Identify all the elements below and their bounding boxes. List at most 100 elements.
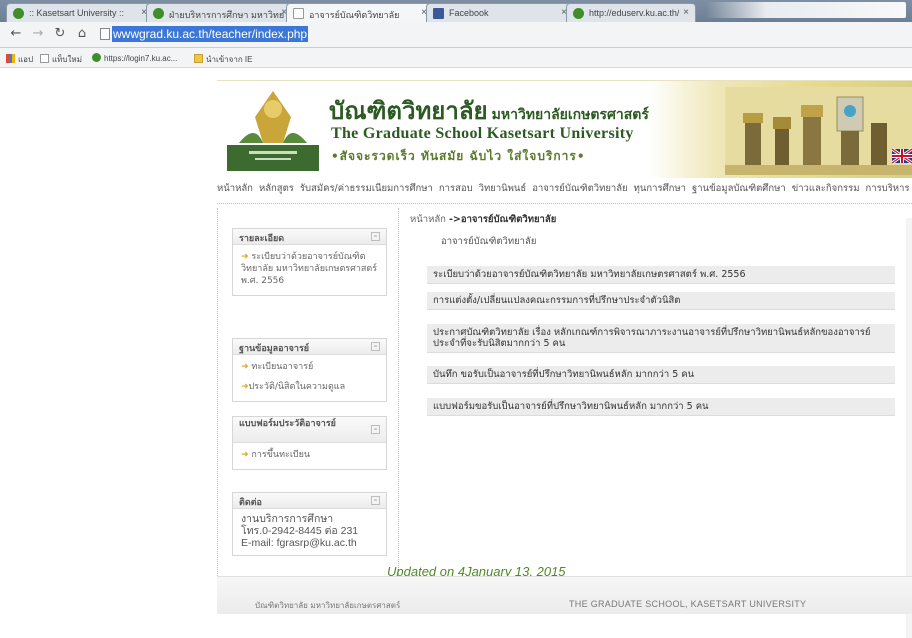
tab-title: Facebook <box>449 8 489 18</box>
english-title: The Graduate School Kasetsart University <box>331 125 634 142</box>
sidebar-link-regulations[interactable]: ➜ ระเบียบว่าด้วยอาจารย์บัณฑิตวิทยาลัย มห… <box>241 251 378 287</box>
box-title-text: แบบฟอร์มประวัติอาจารย์ <box>239 419 336 429</box>
box-title-text: ติดต่อ <box>239 498 262 508</box>
arrow-icon: ➜ <box>241 252 249 262</box>
nav-home[interactable]: หน้าหลัก <box>217 183 253 194</box>
browser-tab-2[interactable]: ฝ่ายบริหารการศึกษา มหาวิทย × <box>146 3 294 22</box>
nav-thesis[interactable]: วิทยานิพนธ์ <box>479 183 527 194</box>
sidebar: รายละเอียด – ➜ ระเบียบว่าด้วยอาจารย์บัณฑ… <box>217 208 399 578</box>
browser-tab-5[interactable]: http://eduserv.ku.ac.th/ × <box>566 3 696 22</box>
browser-tab-1[interactable]: :: Kasetsart University :: × <box>6 3 154 22</box>
forward-icon[interactable]: → <box>30 26 46 42</box>
reload-icon[interactable]: ↻ <box>52 26 68 42</box>
trophies-image <box>725 87 912 175</box>
thai-title-main: บัณฑิตวิทยาลัย <box>329 96 488 125</box>
bookmark-new-tab[interactable]: แท็บใหม่ <box>40 53 82 66</box>
motto: •สัจจะรวดเร็ว ทันสมัย ฉับไว ใส่ใจบริการ• <box>331 149 586 163</box>
home-icon[interactable]: ⌂ <box>74 26 90 42</box>
sidebar-link-profile-students[interactable]: ➜ประวัติ/นิสิตในความดูแล <box>241 381 378 393</box>
page-favicon-icon <box>293 8 304 19</box>
contact-phone: โทร.0-2942-8445 ต่อ 231 <box>241 525 359 537</box>
footer-thai: บัณฑิตวิทยาลัย มหาวิทยาลัยเกษตรศาสตร์ <box>255 601 401 610</box>
content-area: รายละเอียด – ➜ ระเบียบว่าด้วยอาจารย์บัณฑ… <box>217 203 912 579</box>
link-text: ทะเบียนอาจารย์ <box>251 362 314 372</box>
bookmark-label: นำเข้าจาก IE <box>206 55 253 64</box>
nav-news[interactable]: ข่าวและกิจกรรม <box>792 183 860 194</box>
sidebar-box-details: รายละเอียด – ➜ ระเบียบว่าด้วยอาจารย์บัณฑ… <box>232 228 387 296</box>
arrow-icon: ➜ <box>241 362 249 372</box>
link-text: ระเบียบว่าด้วยอาจารย์บัณฑิตวิทยาลัย มหาว… <box>241 252 378 286</box>
bookmark-apps[interactable]: แอป <box>6 53 33 66</box>
bookmark-login[interactable]: https://login7.ku.ac... <box>92 53 177 63</box>
list-item[interactable]: การแต่งตั้ง/เปลี่ยนแปลงคณะกรรมการที่ปรึก… <box>427 292 895 310</box>
collapse-icon[interactable]: – <box>371 342 380 351</box>
bookmark-import-ie[interactable]: นำเข้าจาก IE <box>194 53 252 66</box>
tab-title: http://eduserv.ku.ac.th/ <box>589 8 680 18</box>
breadcrumb-current: อาจารย์บัณฑิตวิทยาลัย <box>460 214 557 225</box>
list-item[interactable]: บันทึก ขอรับเป็นอาจารย์ที่ปรึกษาวิทยานิพ… <box>427 366 895 384</box>
page-footer: บัณฑิตวิทยาลัย มหาวิทยาลัยเกษตรศาสตร์ TH… <box>217 576 912 614</box>
box-body: ➜ ทะเบียนอาจารย์ ➜ประวัติ/นิสิตในความดูแ… <box>233 355 386 401</box>
url-text[interactable]: wwwgrad.ku.ac.th/teacher/index.php <box>112 26 309 42</box>
contact-email[interactable]: E-mail: fgrasrp@ku.ac.th <box>241 537 378 549</box>
sidebar-box-contact: ติดต่อ – งานบริการการศึกษา โทร.0-2942-84… <box>232 492 387 556</box>
box-title: แบบฟอร์มประวัติอาจารย์ – <box>233 417 386 443</box>
bookmark-label: แท็บใหม่ <box>52 55 82 64</box>
box-body: ➜ ระเบียบว่าด้วยอาจารย์บัณฑิตวิทยาลัย มห… <box>233 245 386 295</box>
sidebar-box-faculty-form: แบบฟอร์มประวัติอาจารย์ – ➜ การขึ้นทะเบีย… <box>232 416 387 470</box>
window-controls <box>706 2 906 18</box>
contact-office: งานบริการการศึกษา <box>241 513 334 525</box>
box-title: ติดต่อ – <box>233 493 386 509</box>
nav-curriculum[interactable]: หลักสูตร <box>259 183 294 194</box>
right-column-edge <box>906 218 912 638</box>
top-navigation: หน้าหลัก หลักสูตร รับสมัคร/ค่าธรรมเนียมก… <box>217 181 912 195</box>
nav-admission-fees[interactable]: รับสมัคร/ค่าธรรมเนียมการศึกษา <box>300 183 433 194</box>
sidebar-link-registration[interactable]: ➜ การขึ้นทะเบียน <box>241 449 378 461</box>
sidebar-link-faculty-registry[interactable]: ➜ ทะเบียนอาจารย์ <box>241 361 378 373</box>
list-item[interactable]: ประกาศบัณฑิตวิทยาลัย เรื่อง หลักเกณฑ์การ… <box>427 324 895 353</box>
tab-title: ฝ่ายบริหารการศึกษา มหาวิทย <box>169 10 285 20</box>
facebook-favicon-icon <box>433 8 444 19</box>
breadcrumb-home[interactable]: หน้าหลัก <box>410 214 446 225</box>
box-body: ➜ การขึ้นทะเบียน <box>233 443 386 469</box>
box-title: รายละเอียด – <box>233 229 386 245</box>
bookmark-label: https://login7.ku.ac... <box>104 54 178 63</box>
box-title-text: รายละเอียด <box>239 234 285 244</box>
apps-icon <box>6 54 15 63</box>
breadcrumb: หน้าหลัก ->อาจารย์บัณฑิตวิทยาลัย <box>410 212 556 227</box>
ku-favicon-icon <box>92 53 101 62</box>
list-item[interactable]: แบบฟอร์มขอรับเป็นอาจารย์ที่ปรึกษาวิทยานิ… <box>427 398 895 416</box>
collapse-icon[interactable]: – <box>371 232 380 241</box>
page-icon <box>40 54 49 63</box>
thai-subtitle: มหาวิทยาลัยเกษตรศาสตร์ <box>491 107 649 123</box>
box-title: ฐานข้อมูลอาจารย์ – <box>233 339 386 355</box>
web-page: บัณฑิตวิทยาลัย มหาวิทยาลัยเกษตรศาสตร์ The… <box>0 68 912 638</box>
ku-favicon-icon <box>153 8 164 19</box>
nav-scholarships[interactable]: ทุนการศึกษา <box>634 183 686 194</box>
collapse-icon[interactable]: – <box>371 496 380 505</box>
site-banner: บัณฑิตวิทยาลัย มหาวิทยาลัยเกษตรศาสตร์ The… <box>217 80 912 178</box>
contact-info: งานบริการการศึกษา โทร.0-2942-8445 ต่อ 23… <box>233 509 386 555</box>
breadcrumb-arrow: -> <box>448 214 461 225</box>
footer-english: THE GRADUATE SCHOOL, KASETSART UNIVERSIT… <box>569 599 807 609</box>
nav-database[interactable]: ฐานข้อมูลบัณฑิตศึกษา <box>692 183 786 194</box>
list-item[interactable]: ระเบียบว่าด้วยอาจารย์บัณฑิตวิทยาลัย มหาว… <box>427 266 895 284</box>
box-title-text: ฐานข้อมูลอาจารย์ <box>239 344 310 354</box>
address-bar[interactable]: wwwgrad.ku.ac.th/teacher/index.php <box>100 25 900 44</box>
nav-faculty[interactable]: อาจารย์บัณฑิตวิทยาลัย <box>532 183 627 194</box>
ku-favicon-icon <box>573 8 584 19</box>
link-text: ประวัติ/นิสิตในความดูแล <box>248 382 346 392</box>
nav-administration[interactable]: การบริหาร <box>865 183 909 194</box>
browser-tab-active[interactable]: อาจารย์บัณฑิตวิทยาลัย × <box>286 3 434 23</box>
nav-exams[interactable]: การสอบ <box>439 183 473 194</box>
browser-tab-facebook[interactable]: Facebook × <box>426 3 574 22</box>
back-icon[interactable]: ← <box>8 26 24 42</box>
page-icon <box>100 28 110 40</box>
sidebar-box-faculty-database: ฐานข้อมูลอาจารย์ – ➜ ทะเบียนอาจารย์ ➜ประ… <box>232 338 387 402</box>
link-text: การขึ้นทะเบียน <box>251 450 311 460</box>
browser-toolbar: ← → ↻ ⌂ wwwgrad.ku.ac.th/teacher/index.p… <box>0 22 912 48</box>
arrow-icon: ➜ <box>241 450 249 460</box>
arrow-icon: ➜ <box>241 382 249 392</box>
close-tab-icon[interactable]: × <box>683 7 689 18</box>
collapse-icon[interactable]: – <box>371 425 380 434</box>
